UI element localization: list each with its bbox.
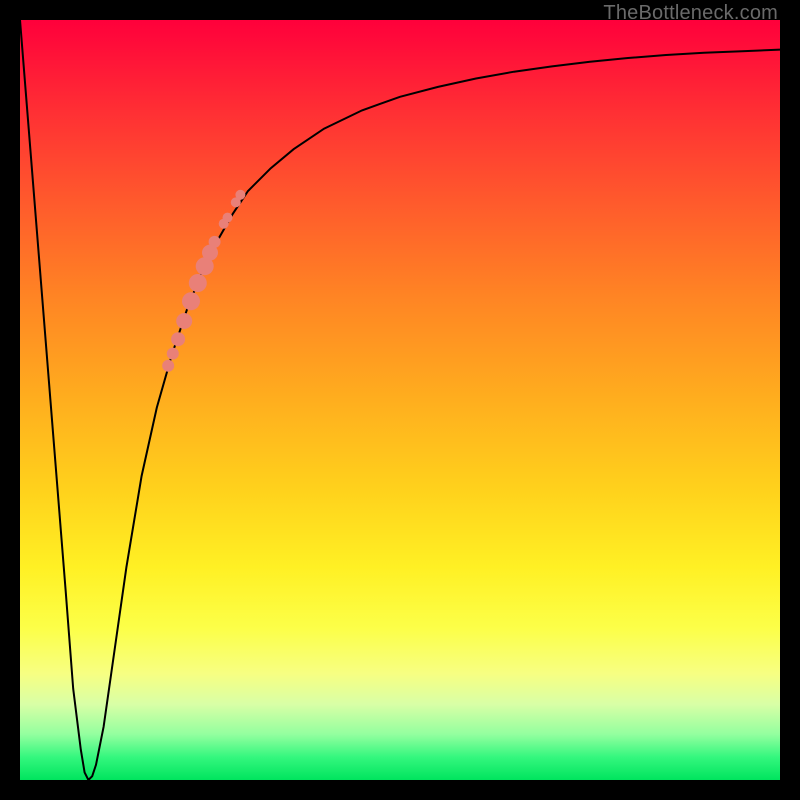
highlight-marker (162, 360, 174, 372)
highlight-marker (235, 190, 245, 200)
highlight-marker (182, 292, 200, 310)
plot-area (20, 20, 780, 780)
highlight-marker (171, 332, 185, 346)
watermark-label: TheBottleneck.com (603, 2, 778, 25)
highlight-marker (189, 274, 207, 292)
highlight-marker (167, 348, 179, 360)
highlight-marker (209, 236, 221, 248)
marker-layer (20, 20, 780, 780)
chart-frame: TheBottleneck.com (0, 0, 800, 800)
highlight-markers (162, 190, 245, 372)
highlight-marker (176, 313, 192, 329)
highlight-marker (223, 213, 233, 223)
